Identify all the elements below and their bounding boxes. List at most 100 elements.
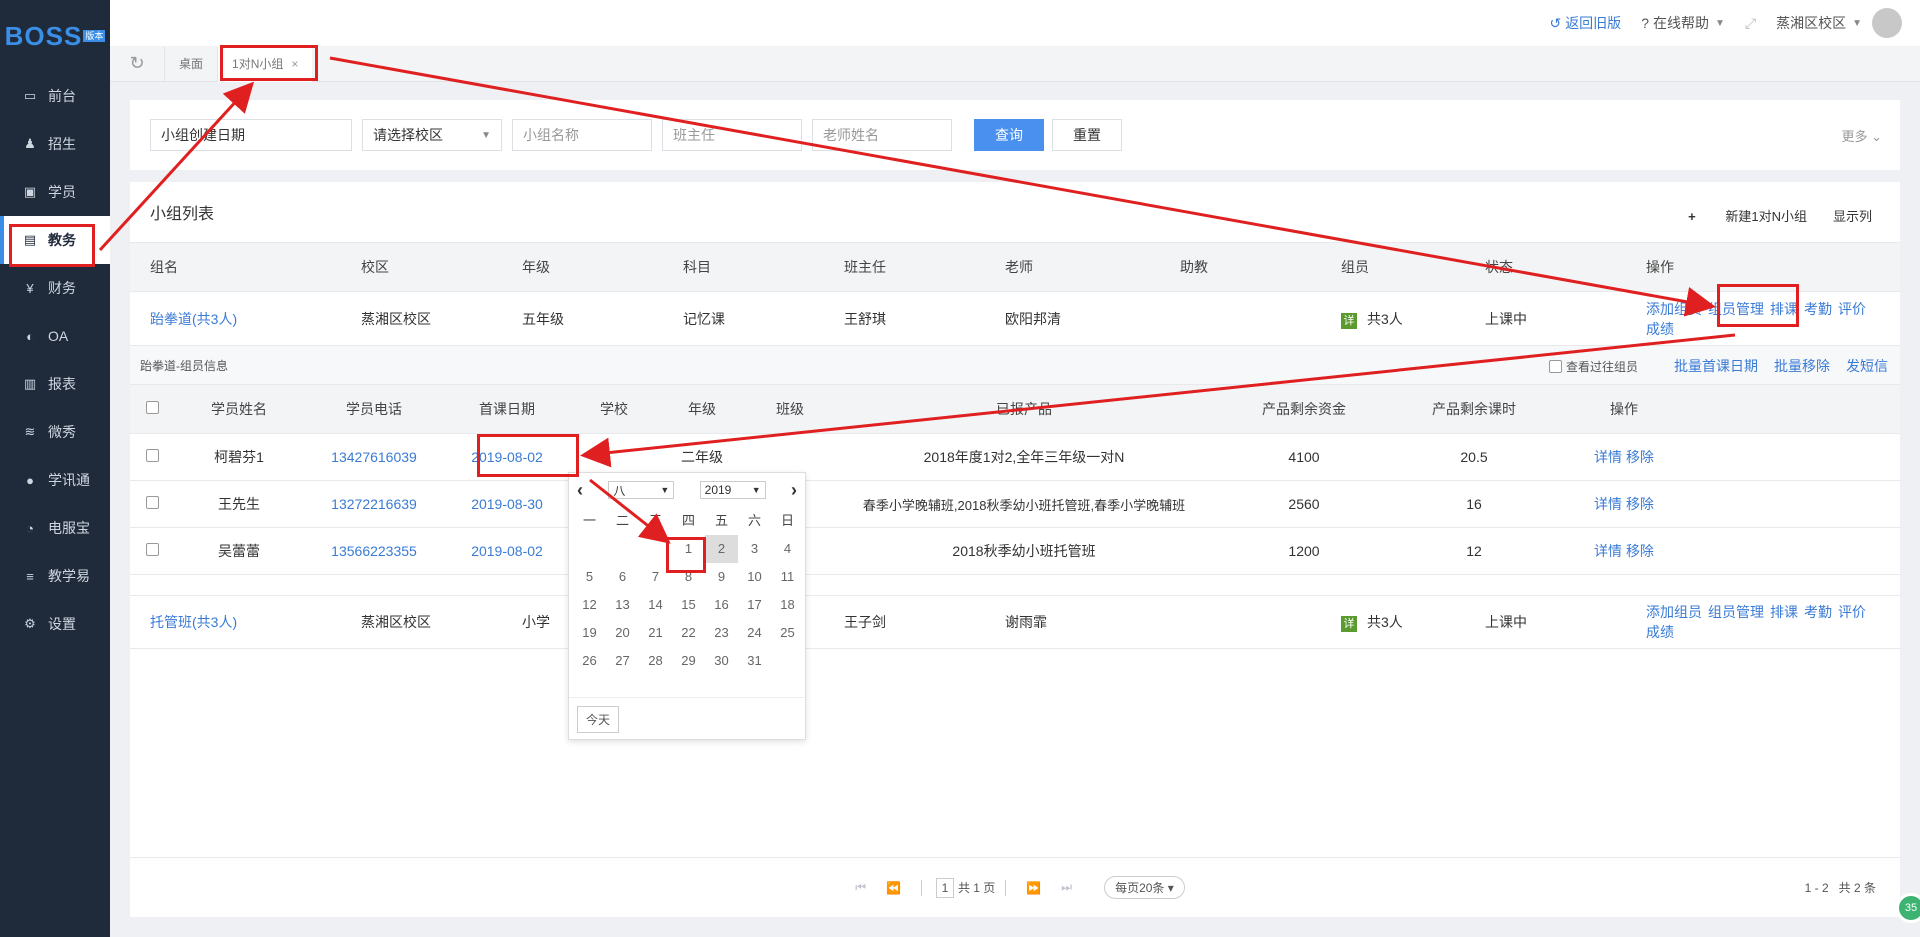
calendar-day[interactable]: 24 (738, 619, 771, 647)
attendance-link[interactable]: 考勤 (1804, 604, 1832, 620)
row-checkbox[interactable] (145, 543, 159, 556)
score-link[interactable]: 成绩 (1646, 321, 1674, 337)
checkbox[interactable] (1548, 359, 1562, 373)
new-group-button[interactable]: + 新建1对N小组 (1688, 206, 1807, 225)
attendance-link[interactable]: 考勤 (1804, 301, 1832, 317)
calendar-day[interactable]: 18 (771, 591, 804, 619)
calendar-day[interactable]: 3 (738, 535, 771, 563)
display-columns-button[interactable]: 显示列 (1833, 206, 1872, 225)
sidebar-item-reports[interactable]: ▥ 报表 (0, 360, 110, 408)
calendar-day[interactable]: 11 (771, 563, 804, 591)
next-page-icon[interactable]: ⏩ (1026, 881, 1041, 895)
remove-link[interactable]: 移除 (1626, 449, 1654, 465)
online-help-menu[interactable]: ? 在线帮助 ▼ (1641, 13, 1725, 33)
calendar-day[interactable]: 26 (573, 647, 606, 675)
campus-menu[interactable]: 蒸湘区校区 ▼ (1776, 13, 1862, 33)
first-date-link[interactable]: 2019-08-30 (471, 496, 543, 512)
send-sms-link[interactable]: 发短信 (1846, 356, 1888, 376)
first-page-icon[interactable]: ⏮ (855, 880, 866, 895)
detail-link[interactable]: 详情 (1594, 543, 1622, 559)
phone-link[interactable]: 13272216639 (331, 496, 417, 512)
sidebar-item-enroll[interactable]: ♟ 招生 (0, 120, 110, 168)
calendar-day[interactable]: 28 (639, 647, 672, 675)
sidebar-item-dianfubao[interactable]: ◔ 电服宝 (0, 504, 110, 552)
fullscreen-button[interactable]: ⤢ (1745, 15, 1756, 32)
create-date-field[interactable]: 小组创建日期 (150, 119, 352, 151)
member-manage-link[interactable]: 组员管理 (1708, 604, 1764, 620)
float-badge[interactable]: 35 (1896, 893, 1920, 923)
detail-badge[interactable]: 详 (1341, 616, 1357, 632)
calendar-day[interactable]: 9 (705, 563, 738, 591)
calendar-day[interactable]: 31 (738, 647, 771, 675)
calendar-day[interactable]: 2 (705, 535, 738, 563)
page-size-select[interactable]: 每页20条 ▾ (1104, 876, 1185, 899)
last-page-icon[interactable]: ⏭ (1061, 880, 1072, 895)
score-link[interactable]: 成绩 (1646, 624, 1674, 640)
history-members-toggle[interactable]: 查看过往组员 (1548, 358, 1638, 375)
calendar-day[interactable]: 16 (705, 591, 738, 619)
avatar[interactable] (1872, 8, 1902, 38)
teacher-name-input[interactable]: 老师姓名 (812, 119, 952, 151)
calendar-day[interactable]: 23 (705, 619, 738, 647)
evaluate-link[interactable]: 评价 (1838, 604, 1866, 620)
group-name-link[interactable]: 托管班(共3人) (150, 614, 237, 630)
calendar-day[interactable]: 4 (771, 535, 804, 563)
next-month-icon[interactable]: › (791, 480, 797, 501)
row-checkbox[interactable] (145, 449, 159, 462)
prev-page-icon[interactable]: ⏪ (886, 881, 901, 895)
remove-link[interactable]: 移除 (1626, 496, 1654, 512)
add-member-link[interactable]: 添加组员 (1646, 604, 1702, 620)
tab-desktop[interactable]: 桌面 (164, 45, 217, 82)
reset-button[interactable]: 重置 (1052, 119, 1122, 151)
sidebar-item-frontdesk[interactable]: ▭ 前台 (0, 72, 110, 120)
group-name-link[interactable]: 跆拳道(共3人) (150, 311, 237, 327)
group-name-input[interactable]: 小组名称 (512, 119, 652, 151)
today-button[interactable]: 今天 (577, 706, 620, 733)
calendar-day[interactable]: 15 (672, 591, 705, 619)
schedule-link[interactable]: 排课 (1770, 604, 1798, 620)
back-old-version-link[interactable]: ↺ 返回旧版 (1549, 13, 1621, 33)
detail-badge[interactable]: 详 (1341, 312, 1357, 329)
sidebar-item-settings[interactable]: ⚙ 设置 (0, 600, 110, 648)
prev-month-icon[interactable]: ‹ (577, 480, 583, 501)
sidebar-item-students[interactable]: ▣ 学员 (0, 168, 110, 216)
sidebar-item-oa[interactable]: ◐ OA (0, 312, 110, 360)
select-all-checkbox[interactable] (145, 401, 159, 414)
calendar-day[interactable]: 20 (606, 619, 639, 647)
detail-link[interactable]: 详情 (1594, 449, 1622, 465)
batch-first-date-link[interactable]: 批量首课日期 (1674, 356, 1758, 376)
detail-link[interactable]: 详情 (1594, 496, 1622, 512)
sidebar-item-finance[interactable]: ¥ 财务 (0, 264, 110, 312)
calendar-day[interactable]: 17 (738, 591, 771, 619)
month-select[interactable]: 八 ▼ (608, 481, 675, 499)
add-member-link[interactable]: 添加组员 (1646, 301, 1702, 317)
batch-remove-link[interactable]: 批量移除 (1774, 356, 1830, 376)
calendar-day[interactable]: 6 (606, 563, 639, 591)
calendar-day[interactable]: 10 (738, 563, 771, 591)
year-select[interactable]: 2019 ▼ (699, 481, 766, 499)
remove-link[interactable]: 移除 (1626, 543, 1654, 559)
calendar-day[interactable]: 19 (573, 619, 606, 647)
phone-link[interactable]: 13427616039 (331, 449, 417, 465)
calendar-day[interactable]: 25 (771, 619, 804, 647)
more-filters-toggle[interactable]: 更多 ⌄ (1841, 126, 1882, 145)
calendar-day[interactable]: 22 (672, 619, 705, 647)
refresh-icon[interactable]: ↻ (110, 53, 164, 74)
calendar-day[interactable]: 13 (606, 591, 639, 619)
calendar-day[interactable]: 14 (639, 591, 672, 619)
sidebar-item-jiaoxueyi[interactable]: ≡ 教学易 (0, 552, 110, 600)
sidebar-item-xuexuntong[interactable]: ● 学讯通 (0, 456, 110, 504)
phone-link[interactable]: 13566223355 (331, 543, 417, 559)
calendar-day[interactable]: 27 (606, 647, 639, 675)
calendar-day[interactable]: 5 (573, 563, 606, 591)
row-checkbox[interactable] (145, 496, 159, 509)
calendar-day[interactable]: 30 (705, 647, 738, 675)
calendar-day[interactable]: 29 (672, 647, 705, 675)
calendar-day[interactable]: 12 (573, 591, 606, 619)
calendar-day[interactable]: 21 (639, 619, 672, 647)
evaluate-link[interactable]: 评价 (1838, 301, 1866, 317)
query-button[interactable]: 查询 (974, 119, 1044, 151)
head-teacher-input[interactable]: 班主任 (662, 119, 802, 151)
page-number-input[interactable]: 1 (935, 877, 954, 898)
sidebar-item-weixiu[interactable]: ≋ 微秀 (0, 408, 110, 456)
